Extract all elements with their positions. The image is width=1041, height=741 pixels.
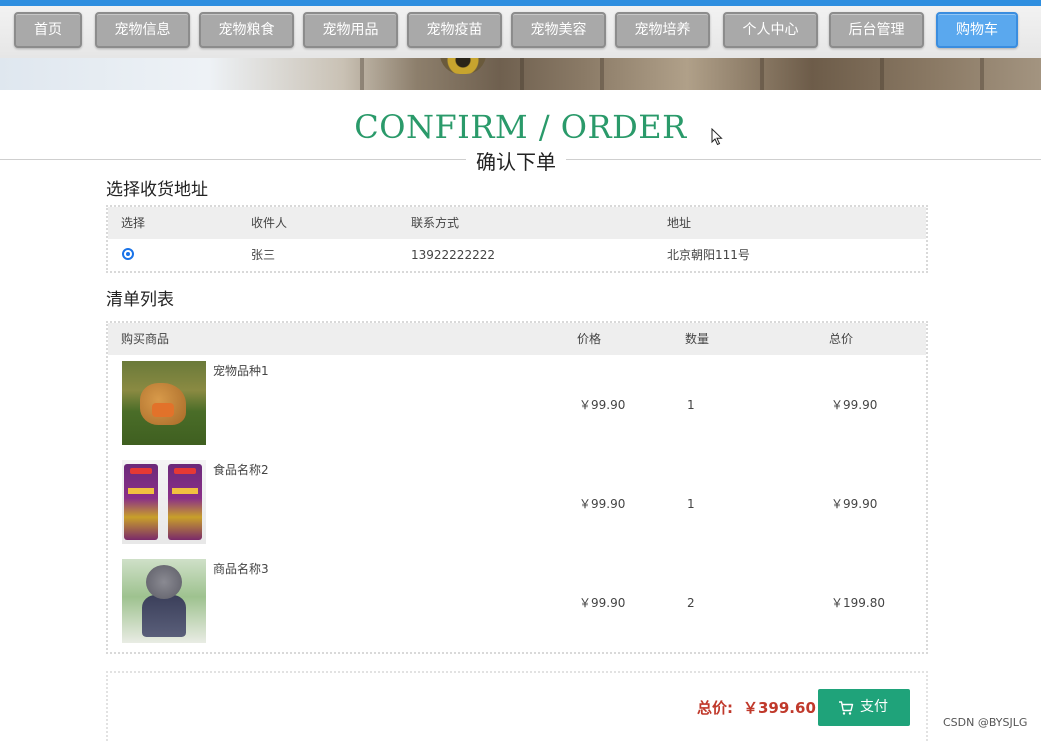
mouse-cursor-icon — [711, 128, 723, 146]
items-table-header: 购买商品 价格 数量 总价 — [108, 323, 926, 355]
product-image-dog[interactable] — [122, 361, 206, 445]
product-qty: 1 — [687, 497, 695, 511]
product-name[interactable]: 宠物品种1 — [213, 363, 269, 379]
product-total: ￥199.80 — [831, 596, 885, 610]
col-address: 地址 — [667, 216, 692, 230]
nav-item-pet-info[interactable]: 宠物信息 — [95, 12, 190, 48]
table-row: 商品名称3 ￥99.90 2 ￥199.80 — [108, 553, 926, 652]
items-table: 购买商品 价格 数量 总价 宠物品种1 ￥99.90 1 ￥99.90 食品名称… — [106, 321, 928, 654]
nav-item-pet-food[interactable]: 宠物粮食 — [199, 12, 294, 48]
pay-button-label: 支付 — [860, 699, 888, 715]
total-label: 总价: — [697, 699, 733, 717]
address-phone: 13922222222 — [411, 248, 495, 262]
pay-button[interactable]: 支付 — [818, 689, 910, 726]
nav-item-home[interactable]: 首页 — [14, 12, 82, 48]
address-table: 选择 收件人 联系方式 地址 张三 13922222222 北京朝阳111号 — [106, 205, 928, 273]
address-table-header: 选择 收件人 联系方式 地址 — [108, 207, 926, 239]
product-price: ￥99.90 — [579, 596, 626, 610]
product-qty: 1 — [687, 398, 695, 412]
nav-item-admin[interactable]: 后台管理 — [829, 12, 924, 48]
col-price: 价格 — [577, 332, 602, 346]
nav-item-pet-supplies[interactable]: 宠物用品 — [303, 12, 398, 48]
product-qty: 2 — [687, 596, 695, 610]
address-section-title: 选择收货地址 — [106, 180, 208, 200]
nav-item-cart[interactable]: 购物车 — [936, 12, 1018, 48]
col-quantity: 数量 — [685, 332, 710, 346]
col-select: 选择 — [121, 216, 146, 230]
watermark-text: CSDN @BYSJLG — [943, 716, 1028, 729]
col-phone: 联系方式 — [411, 216, 460, 230]
product-image-poodle[interactable] — [122, 559, 206, 643]
page-title-english: CONFIRM / ORDER — [354, 108, 687, 146]
nav-item-pet-grooming[interactable]: 宠物美容 — [511, 12, 606, 48]
nav-item-pet-training[interactable]: 宠物培养 — [615, 12, 710, 48]
col-total: 总价 — [829, 332, 854, 346]
table-row: 食品名称2 ￥99.90 1 ￥99.90 — [108, 454, 926, 553]
page-title-chinese: 确认下单 — [466, 146, 566, 175]
items-section-title: 清单列表 — [106, 290, 174, 310]
cart-icon — [839, 701, 854, 715]
address-radio-selected[interactable] — [122, 248, 134, 260]
col-recipient: 收件人 — [251, 216, 288, 230]
product-name[interactable]: 食品名称2 — [213, 462, 269, 478]
col-product: 购买商品 — [121, 332, 170, 346]
product-total: ￥99.90 — [831, 398, 878, 412]
address-row[interactable]: 张三 13922222222 北京朝阳111号 — [108, 239, 926, 271]
address-detail: 北京朝阳111号 — [667, 248, 750, 262]
product-image-food[interactable] — [122, 460, 206, 544]
address-recipient: 张三 — [251, 248, 276, 262]
product-name[interactable]: 商品名称3 — [213, 561, 269, 577]
cat-eye-graphic — [440, 58, 486, 74]
total-value: ￥399.60 — [743, 699, 816, 717]
product-price: ￥99.90 — [579, 398, 626, 412]
main-nav: 首页 宠物信息 宠物粮食 宠物用品 宠物疫苗 宠物美容 宠物培养 个人中心 后台… — [0, 6, 1041, 58]
nav-item-profile[interactable]: 个人中心 — [723, 12, 818, 48]
banner-cat-image — [0, 58, 1041, 90]
table-row: 宠物品种1 ￥99.90 1 ￥99.90 — [108, 355, 926, 454]
nav-item-pet-vaccine[interactable]: 宠物疫苗 — [407, 12, 502, 48]
product-price: ￥99.90 — [579, 497, 626, 511]
product-total: ￥99.90 — [831, 497, 878, 511]
